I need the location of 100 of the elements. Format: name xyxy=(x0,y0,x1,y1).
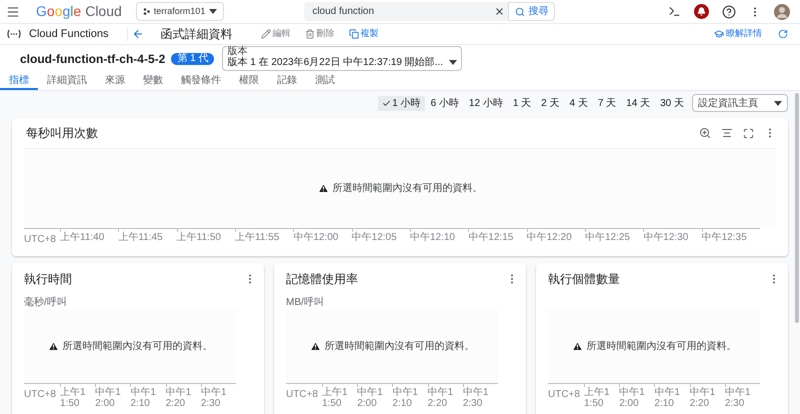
legend-icon[interactable] xyxy=(721,127,733,139)
axis-tick-label: 上午11:50 xyxy=(176,232,221,243)
axis-tick-label: 中午12:35 xyxy=(702,232,747,243)
terminal-icon[interactable] xyxy=(668,5,681,18)
logo-product[interactable]: Cloud xyxy=(85,1,122,22)
time-range-chip[interactable]: 14 天 xyxy=(622,96,654,110)
timezone-label: UTC+8 xyxy=(286,388,319,402)
notification-icon[interactable] xyxy=(694,4,709,19)
help-icon[interactable] xyxy=(722,4,736,18)
time-range-chip[interactable]: 4 天 xyxy=(566,96,592,110)
axis-tick-label: 中午12:10 xyxy=(130,387,157,409)
time-range-chip[interactable]: 12 小時 xyxy=(464,96,507,110)
timezone-label: UTC+8 xyxy=(24,388,57,402)
timezone-label: UTC+8 xyxy=(548,388,581,402)
axis-tick-label: 中午12:10 xyxy=(654,387,681,409)
axis-tick-label: 中午12:30 xyxy=(643,232,688,243)
axis-tick-label: 中午12:20 xyxy=(166,387,192,409)
fullscreen-icon[interactable] xyxy=(743,128,754,138)
caret-icon xyxy=(774,100,782,106)
tab[interactable]: 觸發條件 xyxy=(172,72,230,90)
action-button[interactable]: 複製 xyxy=(348,27,378,41)
warning-icon xyxy=(318,183,328,194)
axis-tick-label: 中午12:20 xyxy=(526,232,572,243)
caret-icon xyxy=(209,9,218,14)
tab[interactable]: 測試 xyxy=(306,72,344,90)
time-range-chip[interactable]: 1 小時 xyxy=(378,96,425,110)
chart-unit: MB/呼叫 xyxy=(286,297,324,308)
trash-icon xyxy=(304,29,314,39)
clear-button[interactable] xyxy=(490,2,508,21)
axis-tick-label: 上午11:40 xyxy=(60,232,104,243)
pencil-icon xyxy=(260,29,270,39)
axis-tick-label: 中午12:20 xyxy=(428,387,454,409)
version-label: 版本 xyxy=(227,47,248,57)
axis-tick-label: 中午12:00 xyxy=(293,232,338,243)
time-range-chip[interactable]: 7 天 xyxy=(594,96,620,110)
project-picker[interactable]: terraform101 xyxy=(136,2,224,21)
axis-tick-label: 中午12:00 xyxy=(619,387,646,409)
chart-unit: 毫秒/呼叫 xyxy=(24,297,67,308)
axis-tick-label: 中午12:25 xyxy=(584,232,630,243)
learn-more-link[interactable]: 瞭解詳情 xyxy=(714,27,762,41)
project-icon xyxy=(142,8,150,15)
chart-title: 每秒叫用次數 xyxy=(26,125,98,142)
function-name: cloud-function-tf-ch-4-5-2 xyxy=(20,50,166,68)
axis-tick-label: 中午12:30 xyxy=(200,387,228,409)
dashboard-select[interactable]: 設定資訊主頁 xyxy=(692,94,788,112)
version-value: 版本 1 在 2023年6月22日 中午12:37:19 開始部... xyxy=(227,57,444,69)
tab[interactable]: 變數 xyxy=(134,72,172,90)
version-select[interactable]: 版本 版本 1 在 2023年6月22日 中午12:37:19 開始部... xyxy=(222,46,462,71)
axis-tick-label: 上午11:50 xyxy=(322,387,349,409)
page-title: 函式詳細資料 xyxy=(160,26,232,43)
chart-title: 執行個體數量 xyxy=(548,271,620,288)
copy-icon xyxy=(348,29,358,39)
tab[interactable]: 詳細資訊 xyxy=(38,72,96,90)
no-data-message: 所選時間範圍內沒有可用的資料。 xyxy=(324,340,474,354)
chart-title: 記憶體使用率 xyxy=(286,271,358,288)
time-range-chip[interactable]: 6 小時 xyxy=(426,96,463,110)
axis-tick-label: 中午12:10 xyxy=(392,387,419,409)
axis-tick-label: 中午12:30 xyxy=(724,387,752,409)
search-button[interactable]: 搜尋 xyxy=(508,2,556,21)
tab[interactable]: 權限 xyxy=(230,72,268,90)
caret-icon xyxy=(449,60,458,65)
axis-tick-label: 中午12:10 xyxy=(410,232,455,243)
axis-tick-label: 上午11:45 xyxy=(118,232,163,243)
search-icon xyxy=(515,6,526,16)
axis-tick-label: 上午11:55 xyxy=(234,232,280,243)
no-data-message: 所選時間範圍內沒有可用的資料。 xyxy=(62,340,212,354)
axis-tick-label: 中午12:15 xyxy=(468,232,514,243)
logo-wordmark[interactable]: Google xyxy=(36,1,82,22)
back-icon[interactable] xyxy=(132,28,144,40)
axis-tick-label: 中午12:00 xyxy=(95,387,122,409)
no-data-message: 所選時間範圍內沒有可用的資料。 xyxy=(332,182,482,196)
check-icon xyxy=(382,98,392,108)
tab[interactable]: 記錄 xyxy=(268,72,306,90)
warning-icon xyxy=(310,340,320,352)
menu-icon[interactable] xyxy=(6,4,20,18)
axis-tick-label: 中午12:30 xyxy=(462,387,490,409)
axis-tick-label: 中午12:20 xyxy=(690,387,716,409)
close-icon xyxy=(494,6,505,17)
chart-title: 執行時間 xyxy=(24,271,72,288)
search-field[interactable]: cloud function xyxy=(304,2,490,21)
warning-icon xyxy=(572,340,582,352)
axis-tick-label: 中午12:05 xyxy=(352,232,397,243)
refresh-icon[interactable] xyxy=(778,29,788,39)
time-range-chip[interactable]: 2 天 xyxy=(537,96,564,110)
generation-badge: 第 1 代 xyxy=(171,52,214,64)
scrollbar[interactable] xyxy=(795,93,799,323)
no-data-message: 所選時間範圍內沒有可用的資料。 xyxy=(586,340,736,354)
avatar[interactable] xyxy=(774,4,790,20)
time-range-chip[interactable]: 30 天 xyxy=(656,96,688,110)
tab[interactable]: 來源 xyxy=(96,72,134,90)
axis-tick-label: 上午11:50 xyxy=(60,387,87,409)
cloud-functions-icon xyxy=(6,29,22,39)
warning-icon xyxy=(48,340,58,352)
zoom-icon[interactable] xyxy=(699,127,711,139)
time-range-chip[interactable]: 1 天 xyxy=(508,96,536,110)
graduation-cap-icon xyxy=(714,29,724,39)
axis-tick-label: 上午11:50 xyxy=(584,387,611,409)
product-name: Cloud Functions xyxy=(29,26,108,42)
axis-tick-label: 中午12:00 xyxy=(357,387,384,409)
timezone-label: UTC+8 xyxy=(24,233,57,247)
